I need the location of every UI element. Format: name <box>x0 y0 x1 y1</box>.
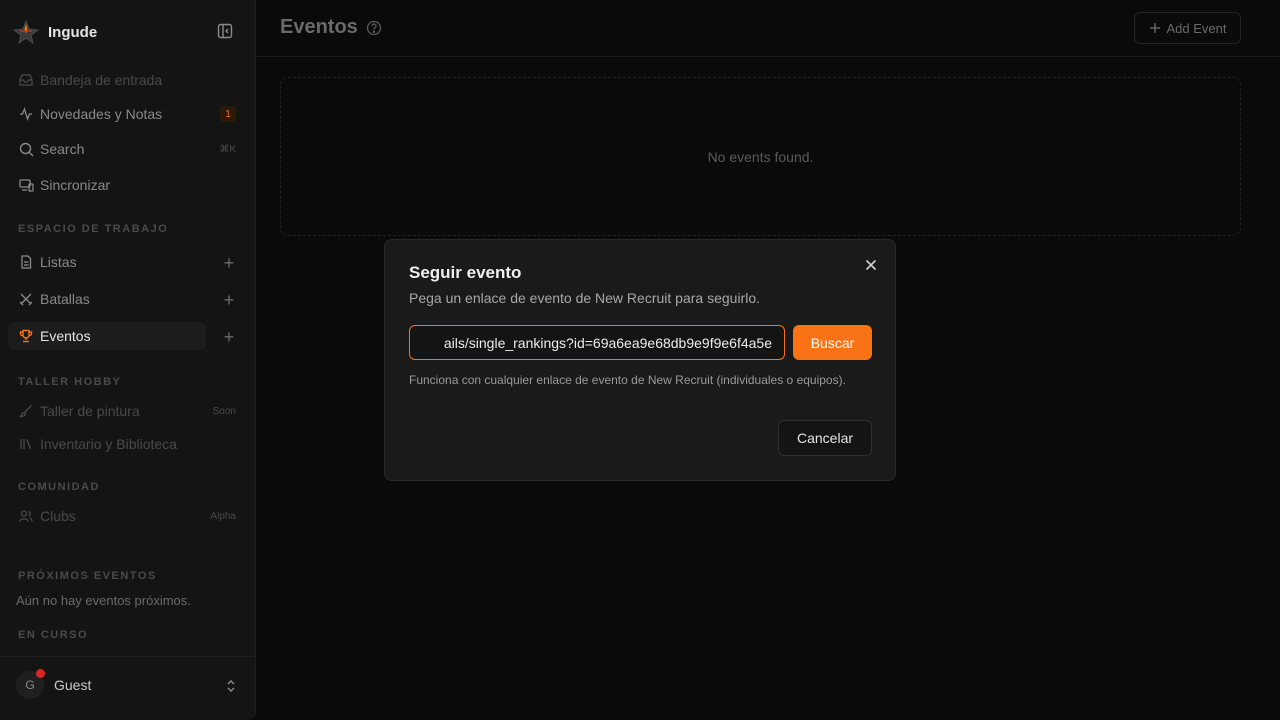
sidebar-item-inventory[interactable]: Inventario y Biblioteca <box>8 430 248 458</box>
add-battle-button[interactable]: + <box>222 291 236 309</box>
brand[interactable]: Ingude <box>12 18 97 46</box>
section-ongoing: EN CURSO <box>18 629 89 641</box>
activity-icon <box>18 106 34 122</box>
section-workspace: ESPACIO DE TRABAJO <box>18 223 169 235</box>
notification-badge: 1 <box>220 106 236 122</box>
sidebar-item-events[interactable]: Eventos <box>8 322 206 350</box>
alpha-tag: Alpha <box>210 510 236 522</box>
section-community: COMUNIDAD <box>18 481 100 493</box>
follow-event-dialog: Seguir evento Pega un enlace de evento d… <box>384 239 896 481</box>
sidebar-item-label: Sincronizar <box>40 177 111 193</box>
sidebar: Ingude Bandeja de entrada Novedades y No… <box>0 0 256 720</box>
page-title: Eventos <box>280 16 358 38</box>
sidebar-item-search[interactable]: Search ⌘K <box>8 135 248 163</box>
add-event-label: Add Event <box>1166 20 1227 36</box>
add-event-sidebar-button[interactable]: + <box>222 328 236 346</box>
add-list-button[interactable]: + <box>222 254 236 272</box>
keyboard-shortcut: ⌘K <box>219 143 236 155</box>
library-icon <box>18 436 34 452</box>
sidebar-item-sync[interactable]: Sincronizar <box>8 171 248 199</box>
close-icon <box>865 259 877 271</box>
sidebar-item-label: Clubs <box>40 508 76 524</box>
sidebar-item-news[interactable]: Novedades y Notas 1 <box>8 100 248 128</box>
inbox-icon <box>18 72 34 88</box>
brand-name: Ingude <box>48 23 98 41</box>
sidebar-item-label: Taller de pintura <box>40 403 140 419</box>
search-button[interactable]: Buscar <box>793 325 872 360</box>
brush-icon <box>18 403 34 419</box>
dialog-title: Seguir evento <box>409 263 522 282</box>
users-icon <box>18 508 34 524</box>
status-dot <box>36 669 45 678</box>
sidebar-item-label: Listas <box>40 254 77 270</box>
add-event-button[interactable]: Add Event <box>1134 12 1241 44</box>
events-empty-state: No events found. <box>280 77 1241 236</box>
file-icon <box>18 254 34 270</box>
sidebar-item-battles[interactable]: Batallas <box>8 285 206 313</box>
sidebar-item-label: Inventario y Biblioteca <box>40 436 177 452</box>
sidebar-item-clubs[interactable]: Clubs Alpha <box>8 502 248 530</box>
devices-icon <box>18 177 34 193</box>
close-button[interactable] <box>863 257 879 273</box>
sidebar-item-inbox[interactable]: Bandeja de entrada <box>8 66 248 94</box>
help-icon[interactable] <box>366 20 382 36</box>
dialog-hint: Funciona con cualquier enlace de evento … <box>409 373 846 387</box>
sidebar-item-label: Search <box>40 141 85 157</box>
user-menu[interactable]: G Guest <box>0 656 256 720</box>
brand-logo-icon <box>12 19 40 44</box>
sidebar-item-paint-workshop[interactable]: Taller de pintura Soon <box>8 397 248 425</box>
sidebar-item-label: Eventos <box>40 328 91 344</box>
soon-tag: Soon <box>212 405 236 417</box>
event-url-value: ails/single_rankings?id=69a6ea9e68db9e9f… <box>443 335 772 351</box>
event-url-input[interactable]: ails/single_rankings?id=69a6ea9e68db9e9f… <box>409 325 785 360</box>
trophy-icon <box>18 328 34 344</box>
cancel-button[interactable]: Cancelar <box>778 420 872 456</box>
search-icon <box>18 141 34 157</box>
sidebar-item-label: Novedades y Notas <box>40 106 163 122</box>
chevrons-up-down-icon <box>227 680 235 692</box>
sidebar-item-label: Bandeja de entrada <box>40 72 163 88</box>
swords-icon <box>18 291 34 307</box>
plus-icon <box>1149 23 1160 33</box>
upcoming-events-empty: Aún no hay eventos próximos. <box>16 593 191 608</box>
header-divider <box>256 56 1280 57</box>
collapse-sidebar-button[interactable] <box>214 20 236 42</box>
sidebar-item-label: Batallas <box>40 291 90 307</box>
empty-state-text: No events found. <box>707 148 814 165</box>
section-upcoming-events: PRÓXIMOS EVENTOS <box>18 570 157 582</box>
dialog-description: Pega un enlace de evento de New Recruit … <box>409 290 760 306</box>
sidebar-item-lists[interactable]: Listas <box>8 248 206 276</box>
user-name: Guest <box>54 677 92 693</box>
section-hobby: TALLER HOBBY <box>18 376 122 388</box>
sidebar-collapse-icon <box>217 23 233 39</box>
